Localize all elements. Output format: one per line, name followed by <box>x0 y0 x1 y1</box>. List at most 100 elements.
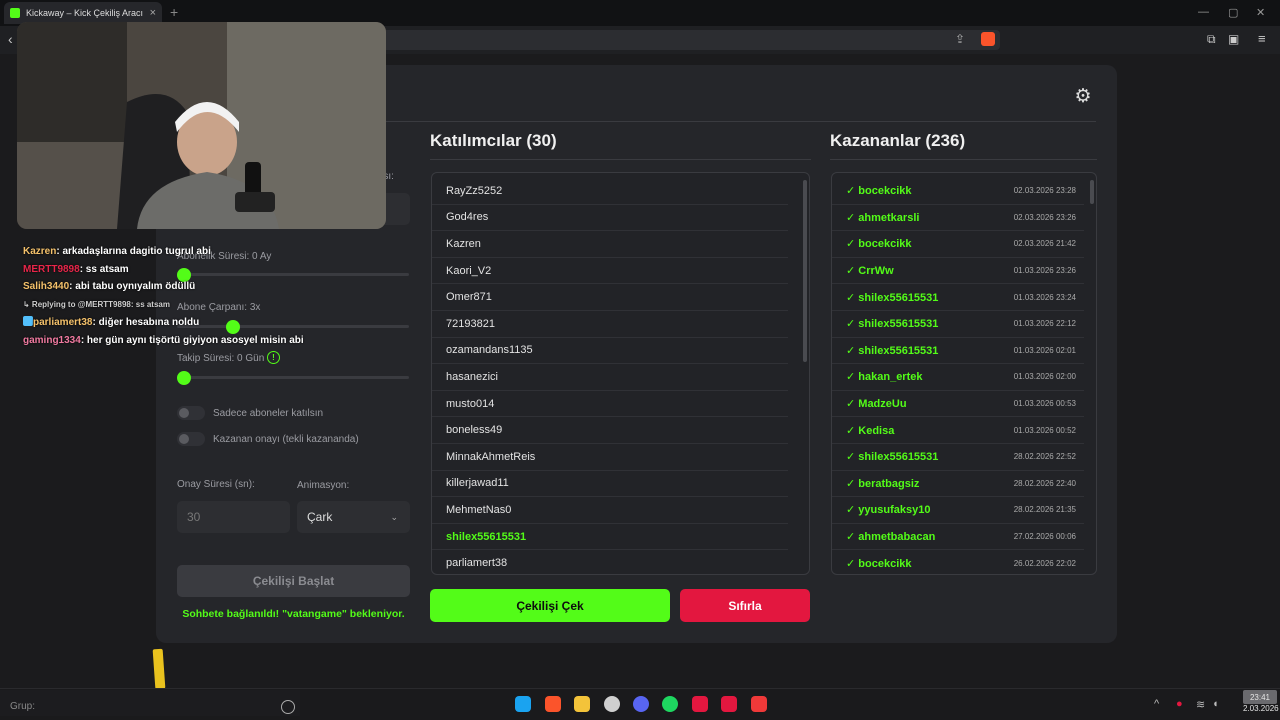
maximize-button[interactable]: ▢ <box>1228 6 1238 19</box>
confirm-time-input[interactable]: 30 <box>177 501 290 533</box>
windows-icon[interactable] <box>515 696 531 712</box>
winner-date: 27.02.2026 00:06 <box>1013 532 1076 542</box>
record-icon[interactable] <box>281 700 295 714</box>
winner-row[interactable]: ✓ shilex55615531 28.02.2026 22:52 <box>832 444 1084 471</box>
close-window-button[interactable]: ✕ <box>1256 6 1265 19</box>
start-raffle-button[interactable]: Çekilişi Başlat <box>177 565 410 597</box>
animation-select[interactable]: Çark ⌄ <box>297 501 410 533</box>
chat-username: parliamert38 <box>33 316 93 328</box>
winner-row[interactable]: ✓ bocekcikk 26.02.2026 22:02 <box>832 550 1084 574</box>
info-icon[interactable]: ! <box>267 351 280 364</box>
winner-row[interactable]: ✓ ahmetbabacan 27.02.2026 00:06 <box>832 524 1084 551</box>
participant-row[interactable]: Kazren <box>432 231 788 258</box>
brave-icon[interactable] <box>545 696 561 712</box>
participant-row[interactable]: MinnakAhmetReis <box>432 444 788 471</box>
winner-confirm-label: Kazanan onayı (tekli kazananda) <box>213 434 359 445</box>
participant-row[interactable]: ozamandans1135 <box>432 338 788 365</box>
sidebar-icon[interactable]: ▣ <box>1228 32 1239 46</box>
winner-name: CrrWw <box>858 265 894 278</box>
winner-row[interactable]: ✓ shilex55615531 01.03.2026 23:24 <box>832 284 1084 311</box>
winner-date: 28.02.2026 22:40 <box>1013 478 1076 488</box>
participant-row[interactable]: killerjawad11 <box>432 471 788 498</box>
winner-row[interactable]: ✓ yyusufaksy10 28.02.2026 21:35 <box>832 497 1084 524</box>
address-bar[interactable] <box>380 30 1000 50</box>
follow-duration-slider[interactable] <box>177 376 409 379</box>
winner-name: hakan_ertek <box>858 371 923 384</box>
extensions-icon[interactable]: ⧉ <box>1207 32 1216 47</box>
subs-only-label: Sadece aboneler katılsın <box>213 408 324 419</box>
minimize-button[interactable]: — <box>1198 6 1209 18</box>
chrome-icon[interactable] <box>604 696 620 712</box>
chat-message: parliamert38: diğer hesabına noldu <box>23 314 403 332</box>
participants-scrollbar[interactable] <box>803 180 807 362</box>
volume-icon[interactable]: ◖ <box>1212 698 1219 710</box>
tab-title: Kickaway – Kick Çekiliş Aracı <box>26 8 144 18</box>
winner-row[interactable]: ✓ shilex55615531 01.03.2026 22:12 <box>832 311 1084 338</box>
chat-text: arkadaşlarına dagitio tugrul abi <box>59 246 211 257</box>
winners-scrollbar[interactable] <box>1090 180 1094 204</box>
check-icon: ✓ <box>846 318 856 331</box>
winner-confirm-toggle[interactable] <box>177 432 205 446</box>
participant-row[interactable]: Kaori_V2 <box>432 258 788 285</box>
winners-title: Kazananlar (236) <box>830 131 966 150</box>
tab-close-icon[interactable]: × <box>150 7 156 19</box>
reset-button[interactable]: Sıfırla <box>680 589 810 622</box>
participant-row[interactable]: parliamert38 <box>432 550 788 574</box>
participant-row[interactable]: MehmetNas0 <box>432 497 788 524</box>
tray-expand-icon[interactable]: ^ <box>1154 698 1159 710</box>
winner-row[interactable]: ✓ beratbagsiz 28.02.2026 22:40 <box>832 471 1084 498</box>
winner-name: MadzeUu <box>858 398 907 411</box>
draw-raffle-button[interactable]: Çekilişi Çek <box>430 589 670 622</box>
check-icon: ✓ <box>846 211 856 224</box>
participant-row[interactable]: boneless49 <box>432 417 788 444</box>
winner-row[interactable]: ✓ bocekcikk 02.03.2026 23:28 <box>832 178 1084 205</box>
app-red-icon[interactable] <box>692 696 708 712</box>
subs-only-toggle[interactable] <box>177 406 205 420</box>
participant-row[interactable]: 72193821 <box>432 311 788 338</box>
spotify-icon[interactable] <box>662 696 678 712</box>
participant-row[interactable]: musto014 <box>432 391 788 418</box>
winner-row[interactable]: ✓ bocekcikk 02.03.2026 21:42 <box>832 231 1084 258</box>
winner-row[interactable]: ✓ hakan_ertek 01.03.2026 02:00 <box>832 364 1084 391</box>
browser-tab[interactable]: Kickaway – Kick Çekiliş Aracı × <box>4 2 162 24</box>
divider <box>830 159 1097 160</box>
back-arrow-icon[interactable]: ‹ <box>8 31 13 47</box>
winner-row[interactable]: ✓ CrrWw 01.03.2026 23:26 <box>832 258 1084 285</box>
participant-row[interactable]: Omer871 <box>432 284 788 311</box>
participants-list[interactable]: RayZz5252 God4res Kazren Kaori_V2 Omer871 721… <box>431 172 810 575</box>
microphone-icon[interactable]: ● <box>1176 698 1183 710</box>
winner-row[interactable]: ✓ ahmetkarsli 02.03.2026 23:26 <box>832 205 1084 232</box>
discord-icon[interactable] <box>633 696 649 712</box>
check-icon: ✓ <box>846 557 856 570</box>
wifi-icon[interactable]: ≋ <box>1196 698 1205 711</box>
webcam-overlay <box>17 22 386 229</box>
brave-shields-icon[interactable] <box>981 32 995 46</box>
kick-icon[interactable] <box>721 696 737 712</box>
group-search-field[interactable] <box>0 690 300 716</box>
winner-date: 01.03.2026 00:52 <box>1013 425 1076 435</box>
check-icon: ✓ <box>846 531 856 544</box>
winner-row[interactable]: ✓ Kedisa 01.03.2026 00:52 <box>832 417 1084 444</box>
winner-row[interactable]: ✓ shilex55615531 01.03.2026 02:01 <box>832 338 1084 365</box>
share-icon[interactable]: ⇪ <box>955 32 965 46</box>
winner-name: shilex55615531 <box>858 451 939 464</box>
participant-row[interactable]: God4res <box>432 205 788 232</box>
participant-row[interactable]: RayZz5252 <box>432 178 788 205</box>
menu-icon[interactable]: ≡ <box>1258 31 1266 46</box>
check-icon: ✓ <box>846 344 856 357</box>
chat-text: ss atsam <box>83 263 129 275</box>
follow-duration-slider-knob[interactable] <box>177 371 191 385</box>
follow-duration-label: Takip Süresi: 0 Gün <box>177 353 265 364</box>
participant-row[interactable]: shilex55615531 <box>432 524 788 551</box>
participant-row[interactable]: hasanezici <box>432 364 788 391</box>
kick-favicon-icon <box>10 8 20 18</box>
gear-icon[interactable]: ⚙ <box>1072 86 1094 108</box>
files-icon[interactable] <box>574 696 590 712</box>
winner-name: bocekcikk <box>858 557 912 570</box>
clock[interactable]: 23:41 2.03.2026 <box>1243 692 1279 714</box>
winner-name: shilex55615531 <box>858 318 939 331</box>
vivaldi-icon[interactable] <box>751 696 767 712</box>
winner-row[interactable]: ✓ MadzeUu 01.03.2026 00:53 <box>832 391 1084 418</box>
winners-list[interactable]: ✓ bocekcikk 02.03.2026 23:28 ✓ ahmetkarsli… <box>831 172 1097 575</box>
new-tab-button[interactable]: + <box>170 4 178 20</box>
